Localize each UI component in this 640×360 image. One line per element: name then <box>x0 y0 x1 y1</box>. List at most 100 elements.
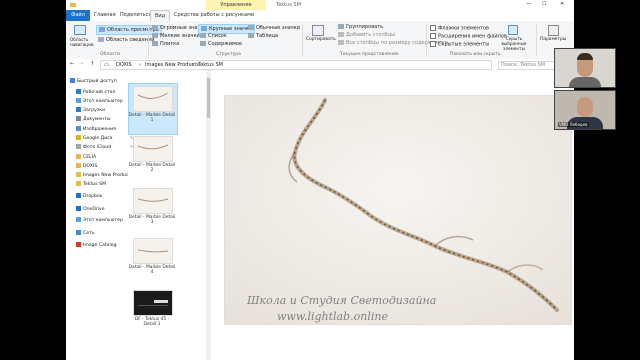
explorer-window: Управление Tektus SM — ☐ ✕ Файл Главная … <box>66 0 574 360</box>
ribbon-separator <box>302 24 303 56</box>
nav-item[interactable]: Этот компьютер <box>76 217 123 223</box>
star-icon <box>70 78 75 83</box>
marble-vein-illustration <box>225 96 571 324</box>
nav-item[interactable]: Dropbox <box>76 193 102 199</box>
file-list: Detail - Marble Detail 1 Detail - Marble … <box>128 70 206 360</box>
item-checkboxes-checkbox[interactable] <box>430 25 436 31</box>
scrollbar-thumb[interactable] <box>207 78 210 118</box>
current-view-group-label: Текущее представление <box>340 52 399 57</box>
back-button[interactable]: ← <box>70 62 74 67</box>
nav-item-label: Этот компьютер <box>83 99 123 104</box>
nav-item[interactable]: CELIA <box>76 154 96 160</box>
folder-icon: ▭ <box>104 62 109 68</box>
preview-pane-label: Область просмотра <box>107 27 159 33</box>
tab-view[interactable]: Вид <box>150 10 171 21</box>
nav-item[interactable]: Фото iCloud <box>76 144 111 150</box>
add-columns-button[interactable]: Добавить столбцы <box>338 32 395 38</box>
ribbon-separator <box>536 24 537 56</box>
context-tab-label[interactable]: Управление <box>206 0 266 10</box>
sort-button[interactable]: Сортировать <box>306 37 336 42</box>
nav-pane-button[interactable]: Область навигации <box>70 37 94 47</box>
computer-icon <box>76 217 81 222</box>
nav-item-label: Загрузки <box>83 108 106 113</box>
hidden-items-label: Скрытые элементы <box>438 41 490 48</box>
medium-icons-icon <box>248 25 254 30</box>
folder-icon <box>76 163 81 168</box>
watermark-school: Школа и Студия Светодизайна <box>247 294 437 307</box>
nav-item[interactable]: Google Диск <box>76 135 113 141</box>
details-pane-button[interactable]: Область сведений <box>98 37 155 43</box>
video-tile-1[interactable] <box>554 48 616 88</box>
folder-icon <box>76 154 81 159</box>
hidden-items-toggle[interactable]: Скрытые элементы <box>430 41 489 48</box>
layout-details[interactable]: Таблица <box>248 33 278 39</box>
address-input[interactable]: ▭ DOXIS › Images New Products › Tektus S… <box>100 60 492 70</box>
tab-share[interactable]: Поделиться <box>120 12 151 18</box>
nav-item[interactable]: Изображения <box>76 126 116 132</box>
nav-item-label: Сеть <box>83 231 95 236</box>
nav-item[interactable]: OneDrive <box>76 206 105 212</box>
tab-picture-tools[interactable]: Средства работы с рисунками <box>174 12 254 18</box>
nav-item[interactable]: Image Catalog <box>76 242 117 248</box>
nav-pane-icon <box>74 25 86 35</box>
nav-item-label: Быстрый доступ <box>77 79 117 84</box>
tab-home[interactable]: Главная <box>94 12 116 18</box>
nav-item-label: Google Диск <box>83 136 113 141</box>
ribbon: Область навигации Область просмотра Обла… <box>66 21 574 60</box>
forward-button[interactable]: → <box>79 62 83 67</box>
layout-tiles[interactable]: Плитка <box>152 41 179 47</box>
options-button[interactable]: Параметры <box>540 37 566 42</box>
file-thumbnail <box>133 188 173 214</box>
nav-item-label: Dropbox <box>83 194 103 199</box>
layout-content[interactable]: Содержимое <box>200 41 242 47</box>
add-columns-label: Добавить столбцы <box>346 32 396 38</box>
file-name: Detail - Marble Detail 3 <box>128 215 176 226</box>
nav-item[interactable]: Tektus SM <box>76 181 106 187</box>
nav-item-label: Фото iCloud <box>83 145 112 150</box>
nav-item[interactable]: Документы <box>76 116 111 122</box>
minimize-button[interactable]: — <box>526 2 531 7</box>
file-name: Detail - Marble Detail 2 <box>128 163 176 174</box>
video-tile-2[interactable]: VMD Лебедев <box>554 90 616 130</box>
hide-selected-button[interactable]: Скрыть выбранные элементы <box>494 36 534 51</box>
breadcrumb-images[interactable]: Images New Products <box>145 63 199 68</box>
nav-item[interactable]: DOXIS <box>76 163 97 169</box>
layout-medium[interactable]: Обычные значки <box>248 25 300 31</box>
show-hide-group-label: Показать или скрыть <box>450 52 501 57</box>
window-title: Tektus SM <box>276 2 301 8</box>
nav-item[interactable]: Images New Produc <box>76 172 128 178</box>
breadcrumb-tektus[interactable]: Tektus SM <box>198 63 223 68</box>
participant-1-shirt <box>569 77 601 87</box>
maximize-button[interactable]: ☐ <box>542 2 546 7</box>
item-checkboxes-toggle[interactable]: Флажки элементов <box>430 25 489 32</box>
list-icon <box>200 33 206 38</box>
group-by-button[interactable]: Группировать <box>338 24 383 30</box>
close-button[interactable]: ✕ <box>560 2 564 7</box>
breadcrumb-separator: › <box>192 62 194 68</box>
hide-selected-icon <box>508 25 518 35</box>
layout-list[interactable]: Список <box>200 33 227 39</box>
picture-icon <box>76 126 81 131</box>
folder-icon <box>76 172 81 177</box>
drive-icon <box>76 135 81 140</box>
hidden-items-checkbox[interactable] <box>430 41 436 47</box>
breadcrumb-doxis[interactable]: DOXIS <box>116 63 132 68</box>
up-button[interactable]: ↑ <box>90 62 94 67</box>
nav-item[interactable]: Загрузки <box>76 107 105 113</box>
nav-item[interactable]: Этот компьютер <box>76 98 123 104</box>
onedrive-icon <box>76 206 81 211</box>
layout-small[interactable]: Мелкие значки <box>152 33 200 39</box>
nav-item-label: OneDrive <box>83 207 105 212</box>
table-icon <box>248 33 254 38</box>
document-icon <box>76 116 81 121</box>
tab-file[interactable]: Файл <box>66 10 90 21</box>
layout-group-label: Структура <box>216 52 241 57</box>
nav-item[interactable]: Быстрый доступ <box>70 78 117 84</box>
nav-item-label: Изображения <box>83 127 116 132</box>
nav-item[interactable]: Рабочий стол <box>76 89 115 95</box>
nav-item[interactable]: Сеть <box>76 230 94 236</box>
nav-item-label: Документы <box>83 117 111 122</box>
extensions-checkbox[interactable] <box>430 33 436 39</box>
left-black-strip <box>0 0 66 360</box>
nav-item-label: CELIA <box>83 155 97 160</box>
